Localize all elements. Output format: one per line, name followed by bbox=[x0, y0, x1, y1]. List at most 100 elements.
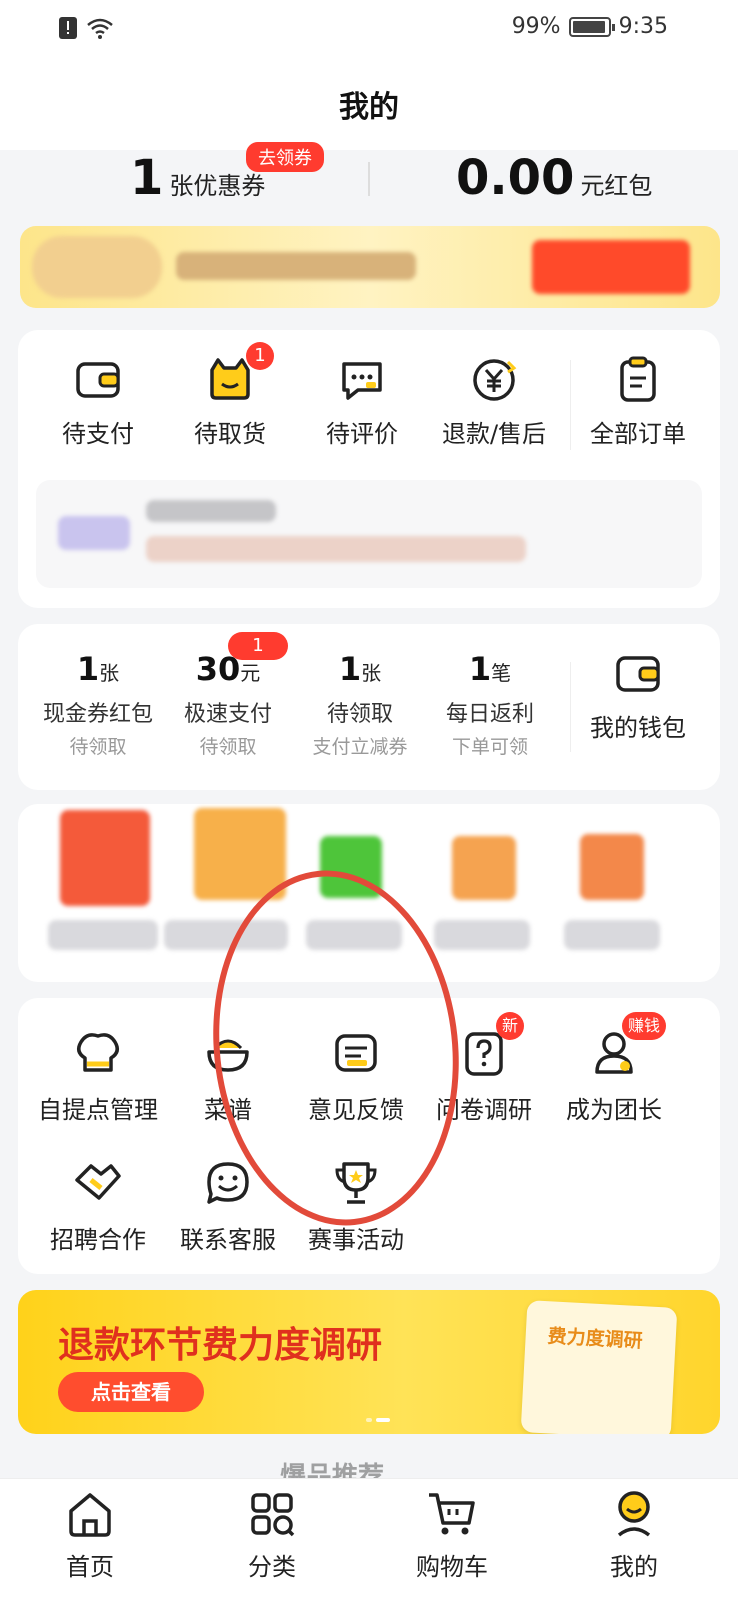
page-header: 我的 bbox=[0, 56, 738, 152]
category-icon bbox=[251, 1493, 295, 1537]
order-label: 待取货 bbox=[194, 420, 266, 448]
orders-card: 待支付 待取货 1 待评价 退款/售后 全部订单 bbox=[18, 330, 720, 608]
clipboard-icon bbox=[620, 356, 656, 402]
chat-bubble-icon bbox=[342, 362, 382, 400]
clock: 9:35 bbox=[618, 14, 668, 39]
smile-chat-icon bbox=[207, 1162, 249, 1204]
blurred-line bbox=[146, 500, 276, 522]
coupon-strip[interactable]: 1 张优惠券 去领券 0.00 元红包 bbox=[0, 142, 738, 220]
survey-paper-illustration: 费力度调研 bbox=[520, 1300, 678, 1434]
blurred-avatar bbox=[32, 236, 162, 298]
wallet-icon bbox=[616, 656, 660, 692]
tool-label: 自提点管理 bbox=[38, 1096, 158, 1124]
order-all[interactable]: 全部订单 bbox=[578, 354, 698, 449]
my-wallet[interactable]: 我的钱包 bbox=[568, 648, 708, 743]
wallet-label: 现金券红包 bbox=[42, 702, 153, 727]
blurred-button[interactable] bbox=[532, 240, 690, 294]
blurred-promo-tile[interactable] bbox=[60, 810, 150, 906]
battery-icon bbox=[568, 16, 615, 37]
wallet-unit: 张 bbox=[361, 661, 382, 685]
wallet-sub: 下单可领 bbox=[451, 736, 528, 758]
order-pending-payment[interactable]: 待支付 bbox=[38, 354, 158, 449]
tab-label: 分类 bbox=[248, 1553, 296, 1581]
fast-pay-badge: 1 bbox=[228, 632, 288, 660]
home-icon bbox=[69, 1493, 111, 1537]
tab-profile[interactable]: 我的 bbox=[574, 1487, 694, 1582]
status-bar: 99% 9:35 bbox=[0, 0, 738, 56]
coupon-count: 1 bbox=[130, 150, 164, 206]
tool-label: 成为团长 bbox=[566, 1096, 662, 1124]
pickup-badge: 1 bbox=[246, 342, 274, 370]
page-title: 我的 bbox=[339, 90, 399, 125]
status-left bbox=[58, 16, 114, 40]
blurred-promo-tile[interactable] bbox=[194, 808, 286, 900]
wallet-pending-claim[interactable]: 1张 待领取 支付立减券 bbox=[290, 650, 430, 759]
wallet-fast-pay[interactable]: 30元 极速支付 待领取 1 bbox=[158, 632, 298, 759]
wallet-icon bbox=[76, 362, 120, 398]
order-refund[interactable]: 退款/售后 bbox=[434, 354, 554, 449]
tool-label: 联系客服 bbox=[180, 1226, 276, 1254]
profile-icon bbox=[617, 1491, 651, 1537]
my-wallet-label: 我的钱包 bbox=[590, 714, 686, 742]
chef-hat-icon bbox=[77, 1033, 119, 1072]
blurred-promo-label bbox=[564, 920, 660, 950]
tab-cart[interactable]: 购物车 bbox=[392, 1487, 512, 1582]
wallet-label: 待领取 bbox=[326, 702, 393, 727]
wifi-icon bbox=[87, 18, 113, 39]
wallet-card: 1张 现金券红包 待领取 30元 极速支付 待领取 1 1张 待领取 支付立减券… bbox=[18, 624, 720, 790]
yen-refund-icon bbox=[473, 359, 517, 401]
blurred-promo-tile[interactable] bbox=[580, 834, 644, 900]
status-right: 99% 9:35 bbox=[512, 14, 668, 39]
paper-text: 费力度调研 bbox=[547, 1325, 644, 1353]
carousel-dot bbox=[366, 1418, 372, 1422]
coupon-unit: 张优惠券 bbox=[169, 172, 266, 200]
wallet-value: 1 bbox=[468, 650, 492, 688]
membership-banner[interactable] bbox=[20, 226, 720, 308]
wallet-value: 1 bbox=[338, 650, 362, 688]
cart-icon bbox=[429, 1493, 475, 1535]
blurred-line bbox=[146, 536, 526, 562]
redpacket-summary[interactable]: 0.00 元红包 bbox=[456, 150, 652, 206]
order-pending-pickup[interactable]: 待取货 1 bbox=[170, 342, 290, 449]
blurred-promo-tile[interactable] bbox=[452, 836, 516, 900]
tool-become-leader[interactable]: 成为团长 赚钱 bbox=[544, 1012, 684, 1125]
tab-category[interactable]: 分类 bbox=[212, 1487, 332, 1582]
tab-label: 首页 bbox=[66, 1553, 114, 1581]
tool-recruitment[interactable]: 招聘合作 bbox=[28, 1156, 168, 1255]
tab-label: 我的 bbox=[610, 1553, 658, 1581]
order-label: 待评价 bbox=[326, 420, 398, 448]
wallet-label: 每日返利 bbox=[445, 702, 534, 727]
order-preview[interactable] bbox=[36, 480, 702, 588]
order-label: 待支付 bbox=[62, 420, 134, 448]
wallet-sub: 待领取 bbox=[69, 736, 127, 758]
alert-icon bbox=[59, 17, 77, 39]
wallet-cash-coupon[interactable]: 1张 现金券红包 待领取 bbox=[28, 650, 168, 759]
tab-label: 购物车 bbox=[416, 1553, 488, 1581]
handshake-icon bbox=[75, 1164, 121, 1200]
get-coupon-tag[interactable]: 去领券 bbox=[246, 142, 324, 172]
tool-pickup-point[interactable]: 自提点管理 bbox=[28, 1026, 168, 1125]
blurred-text bbox=[176, 252, 416, 280]
new-badge: 新 bbox=[496, 1012, 525, 1040]
order-label: 全部订单 bbox=[590, 420, 686, 448]
blurred-promo-label bbox=[434, 920, 530, 950]
battery-percent: 99% bbox=[511, 14, 561, 39]
divider bbox=[368, 162, 370, 196]
view-button[interactable]: 点击查看 bbox=[58, 1372, 204, 1412]
tab-home[interactable]: 首页 bbox=[30, 1487, 150, 1582]
bottom-tab-bar: 首页 分类 购物车 我的 bbox=[0, 1478, 738, 1600]
order-pending-review[interactable]: 待评价 bbox=[302, 354, 422, 449]
order-separator bbox=[570, 360, 571, 450]
tool-label: 赛事活动 bbox=[308, 1226, 404, 1254]
survey-banner[interactable]: 退款环节费力度调研 点击查看 费力度调研 bbox=[18, 1290, 720, 1434]
wallet-value: 1 bbox=[76, 650, 100, 688]
redpacket-unit: 元红包 bbox=[580, 172, 653, 200]
blurred-product bbox=[58, 516, 130, 550]
carousel-dot-active bbox=[376, 1418, 390, 1422]
redpacket-amount: 0.00 bbox=[456, 150, 575, 206]
wallet-sub: 待领取 bbox=[199, 736, 257, 758]
wallet-unit: 笔 bbox=[491, 661, 512, 685]
blurred-promo-label bbox=[48, 920, 158, 950]
wallet-daily-rebate[interactable]: 1笔 每日返利 下单可领 bbox=[420, 650, 560, 759]
wallet-unit: 元 bbox=[240, 661, 261, 685]
